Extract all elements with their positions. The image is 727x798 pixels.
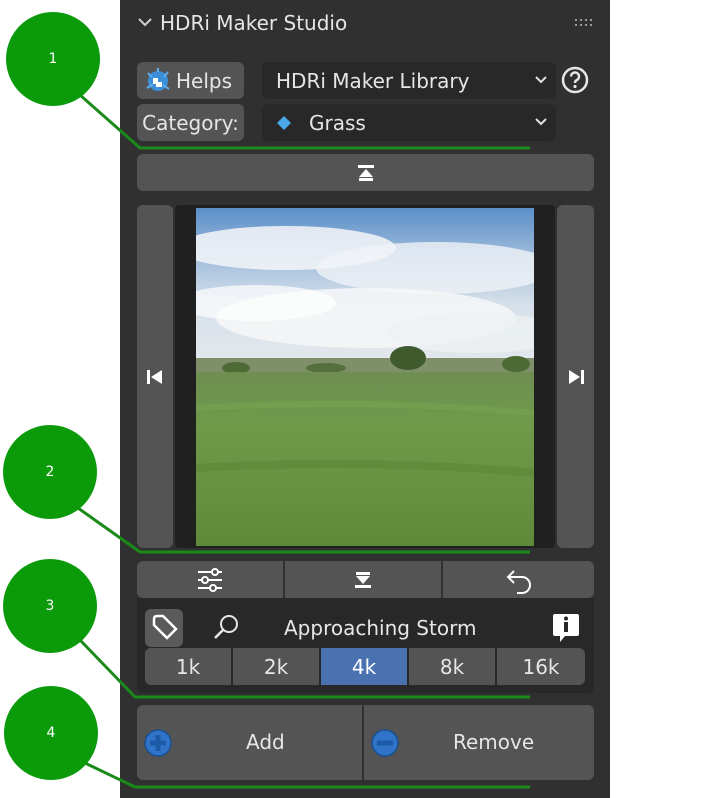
callout-1: 1 <box>6 12 100 106</box>
callout-leader-lines <box>77 93 530 789</box>
callout-number: 1 <box>48 51 58 67</box>
callout-4: 4 <box>4 686 98 780</box>
callout-number: 3 <box>45 598 55 614</box>
callout-number: 4 <box>46 725 56 741</box>
callout-number: 2 <box>45 464 55 480</box>
callout-2: 2 <box>3 425 97 519</box>
callout-3: 3 <box>3 559 97 653</box>
